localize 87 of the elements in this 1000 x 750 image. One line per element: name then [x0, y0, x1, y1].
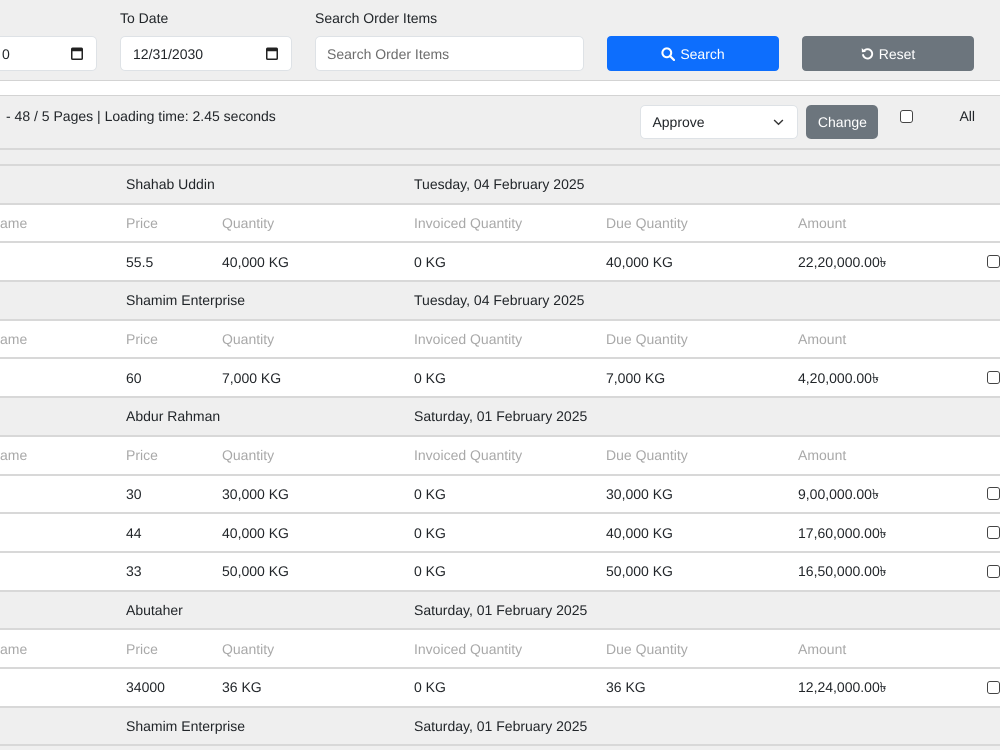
date-field[interactable]: 0	[0, 36, 97, 71]
table-cell-text: 40,000 KG	[605, 252, 674, 271]
table-cell-text: 33	[125, 562, 143, 580]
column-header: Due Quantity	[605, 330, 689, 348]
table-cell-text: 0 KG	[413, 524, 447, 542]
column-header: Quantity	[221, 640, 276, 658]
table-cell-text: 0 KG	[413, 484, 447, 503]
table-cell-text: 60	[125, 368, 143, 387]
column-header: Amount	[797, 446, 848, 464]
table-cell-text: 44	[125, 524, 143, 542]
column-header: Price	[125, 214, 159, 232]
table-cell-text: 34000	[125, 678, 166, 696]
column-header: Due Quantity	[605, 640, 689, 658]
customer-name: Shamim Enterprise	[125, 291, 246, 310]
column-header: Quantity	[221, 330, 276, 348]
order-date: Saturday, 01 February 2025	[413, 716, 588, 735]
table-cell-text: 7,000 KG	[221, 368, 282, 387]
table-cell-text: 12,24,000.00৳	[797, 678, 888, 696]
table-cell-text: 16,50,000.00৳	[797, 562, 888, 580]
search-button[interactable]: Search	[607, 36, 779, 71]
column-header: ame	[0, 640, 28, 658]
customer-name: Abutaher	[125, 600, 184, 619]
customer-name: Shahab Uddin	[125, 175, 216, 194]
date-field[interactable]: 12/31/2030	[120, 36, 292, 71]
row-checkbox[interactable]	[987, 680, 1000, 694]
order-date: Tuesday, 04 February 2025	[413, 175, 586, 194]
field-label: To Date	[120, 9, 168, 28]
table-cell-text: 50,000 KG	[605, 562, 674, 580]
chevron-down-icon	[773, 118, 784, 126]
calendar-icon[interactable]	[266, 47, 278, 60]
column-header: Price	[125, 446, 159, 464]
column-header: Amount	[797, 640, 848, 658]
column-header: Due Quantity	[605, 446, 689, 464]
undo-arrow-icon	[860, 47, 874, 60]
column-header: ame	[0, 330, 28, 348]
field-label: Search Order Items	[315, 9, 438, 28]
column-header: Invoiced Quantity	[413, 640, 524, 658]
column-header: Price	[125, 640, 159, 658]
customer-name: Abdur Rahman	[125, 407, 222, 426]
table-cell-text: 40,000 KG	[605, 524, 674, 542]
table-cell-text: 30	[125, 484, 143, 503]
column-header: Due Quantity	[605, 214, 689, 232]
pagination-summary: - 48 / 5 Pages | Loading time: 2.45 seconds	[5, 107, 277, 126]
table-cell-text: 7,000 KG	[605, 368, 666, 387]
reset-button[interactable]: Reset	[802, 36, 974, 71]
row-checkbox[interactable]	[987, 255, 1000, 268]
select-all-label: All	[959, 107, 975, 126]
select-all-checkbox[interactable]	[900, 110, 914, 123]
column-header: Amount	[797, 214, 848, 232]
order-date: Saturday, 01 February 2025	[413, 407, 588, 426]
table-cell-text: 0 KG	[413, 252, 447, 271]
search-icon	[661, 46, 676, 60]
column-header: Invoiced Quantity	[413, 446, 524, 464]
column-header: Invoiced Quantity	[413, 330, 524, 348]
column-header: ame	[0, 214, 28, 232]
table-cell-text: 22,20,000.00৳	[797, 252, 888, 271]
table-cell-text: 36 KG	[605, 678, 647, 696]
table-cell-text: 4,20,000.00৳	[797, 368, 880, 387]
row-checkbox[interactable]	[987, 371, 1000, 384]
row-checkbox[interactable]	[987, 564, 1000, 578]
search-field[interactable]: Search Order Items	[315, 36, 584, 71]
customer-name: Shamim Enterprise	[125, 716, 246, 735]
column-header: Price	[125, 330, 159, 348]
table-cell-text: 30,000 KG	[605, 484, 674, 503]
table-cell-text: 9,00,000.00৳	[797, 484, 880, 503]
order-date: Tuesday, 04 February 2025	[413, 291, 586, 310]
table-cell-text: 40,000 KG	[221, 524, 290, 542]
row-checkbox[interactable]	[987, 487, 1000, 500]
column-header: Invoiced Quantity	[413, 214, 524, 232]
table-cell-text: 55.5	[125, 252, 154, 271]
column-header: Quantity	[221, 446, 276, 464]
column-header: ame	[0, 446, 28, 464]
row-checkbox[interactable]	[987, 526, 1000, 540]
table-cell-text: 0 KG	[413, 562, 447, 580]
table-cell-text: 30,000 KG	[221, 484, 290, 503]
table-cell-text: 36 KG	[221, 678, 263, 696]
table-cell-text: 50,000 KG	[221, 562, 290, 580]
table-cell-text: 0 KG	[413, 678, 447, 696]
column-header: Amount	[797, 330, 848, 348]
table-cell-text: 17,60,000.00৳	[797, 524, 888, 542]
calendar-icon[interactable]	[71, 47, 83, 60]
status-select[interactable]: Approve	[640, 105, 798, 139]
table-cell-text: 0 KG	[413, 368, 447, 387]
change-button[interactable]: Change	[806, 105, 878, 139]
column-header: Quantity	[221, 214, 276, 232]
order-date: Saturday, 01 February 2025	[413, 600, 588, 619]
table-cell-text: 40,000 KG	[221, 252, 290, 271]
